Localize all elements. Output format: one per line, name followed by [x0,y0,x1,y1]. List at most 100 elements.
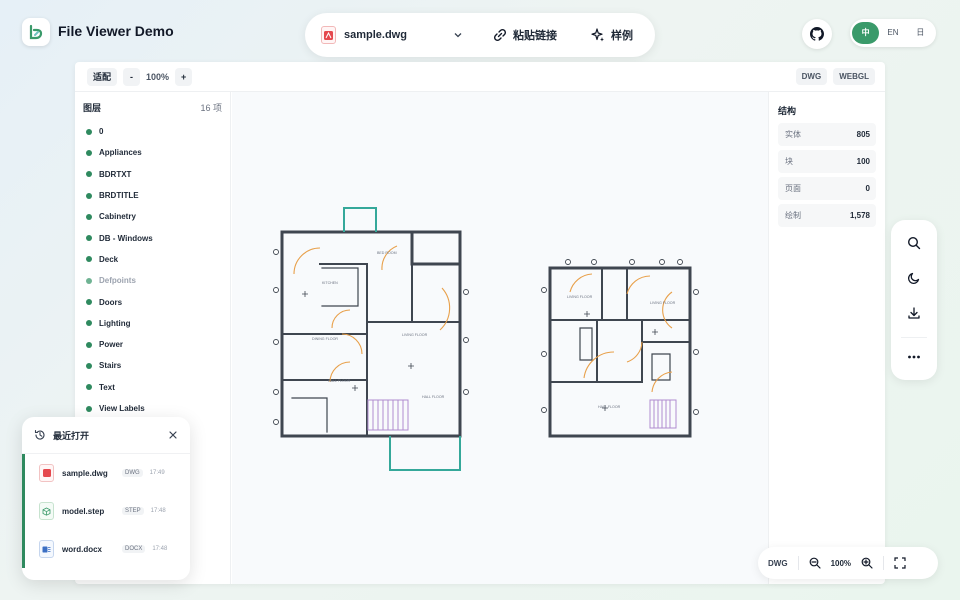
fit-button[interactable]: 适配 [87,67,118,86]
bottom-format-label: DWG [768,558,788,568]
samples-button[interactable]: 样例 [591,27,633,43]
layer-label: Cabinetry [99,212,136,222]
bottom-zoom-bar: DWG 100% [758,547,938,579]
layer-item[interactable]: Cabinetry [75,206,230,227]
room-label: LIVING FLOOR [567,295,593,299]
structure-title: 结构 [778,106,797,116]
layer-item[interactable]: View Labels [75,398,230,419]
layers-count: 16 项 [200,103,222,113]
floor-plan-drawing: LIVING FLOOR DINING FLOOR HALL FLOOR BED… [273,207,699,471]
drawing-canvas[interactable]: LIVING FLOOR DINING FLOOR HALL FLOOR BED… [232,92,768,584]
recent-item-model-step[interactable]: model.step STEP 17:48 [22,492,190,530]
layer-item[interactable]: Deck [75,249,230,270]
recent-header: 最近打开 [22,417,190,454]
layer-item[interactable]: BDRTXT [75,164,230,185]
layer-visibility-dot [86,320,92,327]
room-label: HALL FLOOR [598,405,621,409]
room-label: DINING FLOOR [312,337,338,341]
zoom-out-icon-button[interactable] [809,557,821,569]
close-icon [169,431,177,439]
layer-visibility-dot [86,256,92,263]
recent-item-time: 17:48 [150,508,166,514]
link-icon [493,28,507,42]
file-type-badge: DOCX [122,545,146,553]
selected-file-name: sample.dwg [344,29,407,41]
close-button[interactable] [168,430,178,440]
layer-visibility-dot [86,235,92,242]
layer-label: Doors [99,297,123,307]
side-toolbar [891,220,937,380]
stat-draws: 绘制 1,578 [778,204,876,227]
layer-label: Lighting [99,318,131,328]
layer-visibility-dot [86,362,92,369]
layer-label: Deck [99,254,119,264]
room-label: HALL FLOOR [328,379,351,383]
layer-visibility-dot [86,213,92,220]
lang-en[interactable]: EN [879,22,906,44]
layer-item[interactable]: 0 [75,121,230,142]
dwg-file-icon [321,26,336,44]
viewer-toolbar: 适配 - 100% + DWG WEBGL [75,62,885,92]
download-button[interactable] [904,303,924,323]
zoom-in-button[interactable]: + [175,67,193,86]
recent-item-name: sample.dwg [62,468,108,478]
zoom-out-button[interactable]: - [123,67,141,86]
layer-item[interactable]: Doors [75,291,230,312]
layer-item[interactable]: Defpoints [75,270,230,291]
layer-item[interactable]: Appliances [75,142,230,163]
lang-ja[interactable]: 日 [907,22,934,44]
dwg-file-icon [39,464,54,482]
download-icon [908,307,920,319]
language-switcher: 中 EN 日 [850,19,936,47]
stairs [367,399,677,431]
right-plan-outer-wall [548,266,692,438]
paste-link-label: 粘贴链接 [513,30,557,42]
layer-label: Power [99,340,124,350]
layer-item[interactable]: Stairs [75,355,230,376]
layer-item[interactable]: Text [75,377,230,398]
more-button[interactable] [904,347,924,367]
file-type-badge: DWG [122,469,143,477]
viewer-panel: 适配 - 100% + DWG WEBGL 图层 16 项 0 Appliance… [75,62,885,584]
app-logo [22,18,50,46]
cube-file-icon [39,502,54,520]
layer-item[interactable]: Lighting [75,313,230,334]
layer-item[interactable]: BRDTITLE [75,185,230,206]
layer-visibility-dot [86,128,92,135]
search-icon [907,236,921,250]
light-fixtures [302,291,658,411]
fullscreen-button[interactable] [894,557,906,569]
layer-visibility-dot [86,192,92,199]
theme-toggle-button[interactable] [904,268,924,288]
deck-top [343,207,377,232]
recent-item-sample-dwg[interactable]: sample.dwg DWG 17:49 [22,454,190,492]
github-icon [810,27,824,41]
renderer-tag: WEBGL [833,68,875,85]
lang-zh[interactable]: 中 [852,22,880,44]
layer-visibility-dot [86,171,92,178]
stat-pages: 页面 0 [778,177,876,200]
recent-item-word-docx[interactable]: word.docx DOCX 17:48 [22,530,190,568]
room-label: KITCHEN [322,281,338,285]
search-button[interactable] [904,233,924,253]
chevron-down-icon [454,33,462,38]
more-dots-icon [908,355,920,359]
history-icon [34,429,45,440]
layer-label: DB - Windows [99,233,153,243]
layers-title: 图层 [83,103,102,113]
paste-link-button[interactable]: 粘贴链接 [493,27,557,43]
recent-title: 最近打开 [53,430,90,441]
app-title: File Viewer Demo [58,23,174,39]
layer-item[interactable]: Power [75,334,230,355]
layer-label: Stairs [99,361,122,371]
layer-item[interactable]: DB - Windows [75,227,230,248]
file-select[interactable]: sample.dwg [313,19,471,51]
logo-icon [29,24,43,40]
format-tag: DWG [795,68,828,85]
layers-header: 图层 16 项 [75,92,230,114]
zoom-in-icon-button[interactable] [861,557,873,569]
layer-label: BDRTXT [99,169,132,179]
github-button[interactable] [802,19,832,49]
recent-files-popup: 最近打开 sample.dwg DWG 17:49 model.step STE… [22,417,190,580]
sparkle-icon [591,28,604,42]
